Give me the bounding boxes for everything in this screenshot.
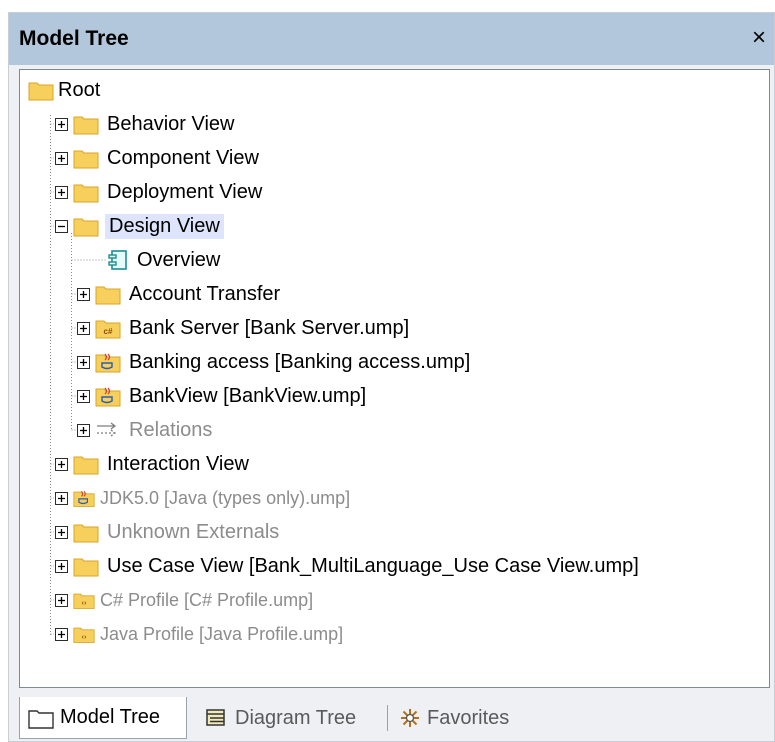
- expand-icon[interactable]: [55, 457, 68, 471]
- tree-node-behavior-view[interactable]: Behavior View: [55, 109, 236, 139]
- tree-node-root[interactable]: Root: [28, 75, 102, 105]
- folder-icon: [73, 147, 99, 169]
- expand-icon[interactable]: [55, 185, 68, 199]
- tree-node-label: Interaction View: [107, 452, 249, 475]
- svg-text:‹›: ‹›: [81, 598, 87, 607]
- tree-node-label: Java Profile [Java Profile.ump]: [100, 623, 344, 644]
- tree-node-label: Unknown Externals: [107, 520, 280, 543]
- tree-node-deployment-view[interactable]: Deployment View: [55, 177, 264, 207]
- expand-icon[interactable]: [55, 559, 68, 573]
- tab-bar: Model Tree Diagram Tree Favorites: [9, 697, 774, 741]
- tab-label: Favorites: [427, 706, 510, 729]
- tree-node-interaction-view[interactable]: Interaction View: [55, 449, 251, 479]
- tree-node-design-view[interactable]: Design View: [55, 211, 224, 241]
- folder-icon: [73, 215, 99, 237]
- tree-node-label: Relations: [129, 418, 213, 441]
- tree-node-label: Root: [58, 78, 101, 101]
- tree-node-csharp-profile[interactable]: ‹› C# Profile [C# Profile.ump]: [55, 585, 315, 615]
- java-package-icon: [95, 385, 121, 407]
- svg-text:‹›: ‹›: [81, 632, 87, 641]
- expand-icon[interactable]: [55, 491, 68, 505]
- expand-icon[interactable]: [55, 151, 68, 165]
- java-package-icon: [73, 487, 95, 509]
- tree-node-banking-access[interactable]: Banking access [Banking access.ump]: [77, 347, 472, 377]
- favorites-icon: [399, 707, 421, 729]
- expand-icon[interactable]: [55, 525, 68, 539]
- folder-icon: [95, 283, 121, 305]
- tab-label: Diagram Tree: [235, 706, 357, 729]
- tree-node-label: BankView [BankView.ump]: [129, 384, 367, 407]
- tree-view[interactable]: Root Behavior View Component View Deploy…: [19, 69, 770, 688]
- component-diagram-icon: [107, 249, 129, 271]
- tab-label: Model Tree: [60, 706, 161, 728]
- tab-separator: [387, 705, 388, 731]
- tree-node-bank-server[interactable]: c# Bank Server [Bank Server.ump]: [77, 313, 411, 343]
- expand-icon[interactable]: [77, 389, 90, 403]
- folder-icon: [73, 521, 99, 543]
- folder-icon: [73, 181, 99, 203]
- profile-icon: ‹›: [73, 623, 95, 645]
- tree-node-label: Deployment View: [107, 180, 263, 203]
- tree-node-label: Banking access [Banking access.ump]: [129, 350, 471, 373]
- folder-icon: [73, 453, 99, 475]
- tree-node-label: C# Profile [C# Profile.ump]: [100, 589, 314, 610]
- csharp-package-icon: c#: [95, 317, 121, 339]
- expand-icon[interactable]: [77, 321, 90, 335]
- tree-node-use-case-view[interactable]: Use Case View [Bank_MultiLanguage_Use Ca…: [55, 551, 641, 581]
- tree-node-component-view[interactable]: Component View: [55, 143, 261, 173]
- diagram-tree-icon: [205, 707, 229, 729]
- tree-node-account-transfer[interactable]: Account Transfer: [77, 279, 282, 309]
- tree-node-label: Use Case View [Bank_MultiLanguage_Use Ca…: [107, 554, 639, 577]
- tree-node-jdk[interactable]: JDK5.0 [Java (types only).ump]: [55, 483, 352, 513]
- tree-node-overview[interactable]: Overview: [107, 245, 222, 275]
- tree-node-label: JDK5.0 [Java (types only).ump]: [100, 487, 351, 508]
- tree-node-label: Account Transfer: [129, 282, 281, 305]
- svg-text:c#: c#: [104, 327, 113, 336]
- folder-icon: [73, 555, 99, 577]
- tree-node-label: Bank Server [Bank Server.ump]: [129, 316, 410, 339]
- tree-node-relations[interactable]: Relations: [77, 415, 214, 445]
- expand-icon[interactable]: [77, 423, 90, 437]
- relations-icon: [95, 419, 121, 441]
- close-icon[interactable]: ×: [746, 24, 772, 52]
- folder-icon: [73, 113, 99, 135]
- collapse-icon[interactable]: [55, 219, 68, 233]
- expand-icon[interactable]: [55, 593, 68, 607]
- expand-icon[interactable]: [77, 355, 90, 369]
- expand-icon[interactable]: [77, 287, 90, 301]
- tree-node-unknown-externals[interactable]: Unknown Externals: [55, 517, 281, 547]
- folder-icon: [28, 707, 54, 729]
- tab-favorites[interactable]: Favorites: [393, 697, 543, 739]
- panel-title: Model Tree: [19, 27, 129, 50]
- model-tree-panel: Model Tree × Root Behavior View Componen…: [8, 12, 775, 742]
- tree-node-label: Behavior View: [107, 112, 235, 135]
- java-package-icon: [95, 351, 121, 373]
- tree-node-java-profile[interactable]: ‹› Java Profile [Java Profile.ump]: [55, 619, 345, 649]
- profile-icon: ‹›: [73, 589, 95, 611]
- tree-node-label: Overview: [137, 248, 221, 271]
- folder-icon: [28, 79, 54, 101]
- panel-title-bar: Model Tree ×: [9, 13, 774, 65]
- expand-icon[interactable]: [55, 117, 68, 131]
- tree-node-label: Component View: [107, 146, 259, 169]
- tab-model-tree[interactable]: Model Tree: [19, 697, 187, 739]
- tab-diagram-tree[interactable]: Diagram Tree: [199, 697, 385, 739]
- tree-node-bankview[interactable]: BankView [BankView.ump]: [77, 381, 368, 411]
- expand-icon[interactable]: [55, 627, 68, 641]
- tree-node-label: Design View: [105, 213, 224, 239]
